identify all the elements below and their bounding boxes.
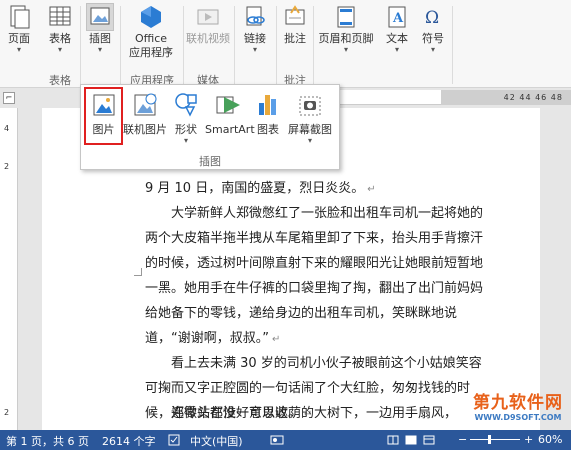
header-footer-button[interactable]: 页眉和页脚 ▾ xyxy=(316,4,376,54)
office-apps-button[interactable]: Office 应用程序 xyxy=(124,4,178,60)
svg-text:Ω: Ω xyxy=(425,8,439,28)
omega-icon: Ω xyxy=(425,8,439,28)
ribbon: 页面 ▾ 表格 ▾ 插图 ▾ Office 应用程序 联机视频 链接 ▾ 批注 … xyxy=(0,0,571,88)
chevron-down-icon: ▾ xyxy=(183,136,188,145)
read-mode-icon[interactable] xyxy=(387,435,399,445)
vertical-ruler[interactable]: 4 2 2 xyxy=(0,108,18,430)
word-count[interactable]: 2614 个字 xyxy=(102,433,156,449)
ribbon-collapse-toggle[interactable]: ⌐ xyxy=(3,92,15,104)
chevron-down-icon: ▾ xyxy=(16,45,21,54)
screenshot-button[interactable]: 屏幕截图 ▾ xyxy=(285,89,335,145)
online-picture-icon xyxy=(134,93,157,116)
office-store-icon xyxy=(141,6,161,28)
zoom-slider[interactable] xyxy=(470,439,520,440)
ruler-number: 2 xyxy=(4,162,10,171)
smartart-button[interactable]: SmartArt xyxy=(205,89,255,137)
illustrations-icon xyxy=(86,3,114,31)
crop-mark xyxy=(134,268,142,276)
illustrations-dropdown: 图片 联机图片 形状 ▾ SmartArt 图表 屏幕截图 ▾ 插图 xyxy=(80,84,340,170)
smartart-icon xyxy=(216,96,240,114)
online-video-button[interactable]: 联机视频 xyxy=(186,4,230,46)
print-layout-icon[interactable] xyxy=(405,435,417,445)
text-button[interactable]: A 文本 ▾ xyxy=(382,4,412,54)
ruler-number: 4 xyxy=(4,124,10,133)
macro-record-icon[interactable] xyxy=(270,435,284,445)
chevron-down-icon: ▾ xyxy=(394,45,399,54)
page-button[interactable]: 页面 ▾ xyxy=(4,4,34,54)
language-indicator[interactable]: 中文(中国) xyxy=(190,433,243,449)
comment-button[interactable]: 批注 xyxy=(280,4,310,46)
group-separator xyxy=(183,6,184,84)
paragraph-mark: ↵ xyxy=(367,184,376,195)
chevron-down-icon: ▾ xyxy=(307,136,312,145)
shapes-button[interactable]: 形状 ▾ xyxy=(169,89,203,145)
table-icon xyxy=(49,6,71,26)
group-separator xyxy=(80,6,81,84)
group-separator xyxy=(313,6,314,84)
online-pictures-button[interactable]: 联机图片 xyxy=(123,89,167,137)
page-count[interactable]: 第 1 页，共 6 页 xyxy=(6,433,89,449)
shapes-icon xyxy=(175,93,197,117)
svg-text:A: A xyxy=(392,11,404,26)
group-separator xyxy=(276,6,277,84)
status-bar: 第 1 页，共 6 页 2614 个字 中文(中国) − + 60% xyxy=(0,430,571,450)
symbols-button[interactable]: Ω 符号 ▾ xyxy=(418,4,448,54)
zoom-level[interactable]: 60% xyxy=(538,433,562,446)
picture-highlight-box xyxy=(84,87,123,145)
chart-button[interactable]: 图表 xyxy=(253,89,283,137)
table-button[interactable]: 表格 ▾ xyxy=(44,4,76,54)
group-separator xyxy=(452,6,453,84)
site-watermark: 第九软件网 WWW.D9SOFT.COM xyxy=(473,393,563,422)
link-icon xyxy=(246,6,265,26)
group-separator xyxy=(234,6,235,84)
proofing-icon[interactable] xyxy=(168,434,182,446)
paragraph[interactable]: 郑微站在惟一可以遮荫的大树下，一边用手扇风， xyxy=(145,401,485,426)
zoom-slider-thumb[interactable] xyxy=(488,435,491,444)
chart-icon xyxy=(259,95,276,115)
ruler-numbers: 42 44 46 48 xyxy=(503,93,563,102)
chevron-down-icon: ▾ xyxy=(57,45,62,54)
chevron-down-icon: ▾ xyxy=(97,45,102,54)
paragraph[interactable]: 大学新鲜人郑微憋红了一张脸和出租车司机一起将她的两个大皮箱半拖半拽从车尾箱里卸了… xyxy=(145,201,485,352)
zoom-out-button[interactable]: − xyxy=(458,433,467,446)
header-footer-icon xyxy=(337,6,355,28)
illustrations-button[interactable]: 插图 ▾ xyxy=(84,3,116,54)
paragraph[interactable]: 9 月 10 日，南国的盛夏，烈日炎炎。 ↵ xyxy=(145,176,485,202)
group-label-table: 表格 xyxy=(49,74,71,87)
web-layout-icon[interactable] xyxy=(423,435,435,445)
ruler-number: 2 xyxy=(4,408,10,417)
chevron-down-icon: ▾ xyxy=(343,45,348,54)
zoom-in-button[interactable]: + xyxy=(524,433,533,446)
gallery-group-label: 插图 xyxy=(199,155,221,168)
paragraph-mark: ↵ xyxy=(271,334,281,345)
screenshot-icon xyxy=(299,96,321,116)
page-icon xyxy=(10,5,30,29)
link-button[interactable]: 链接 ▾ xyxy=(240,4,270,54)
text-box-icon: A xyxy=(388,6,406,28)
group-separator xyxy=(120,6,121,84)
chevron-down-icon: ▾ xyxy=(430,45,435,54)
video-icon xyxy=(197,9,219,25)
chevron-down-icon: ▾ xyxy=(252,45,257,54)
comment-icon xyxy=(285,5,305,25)
